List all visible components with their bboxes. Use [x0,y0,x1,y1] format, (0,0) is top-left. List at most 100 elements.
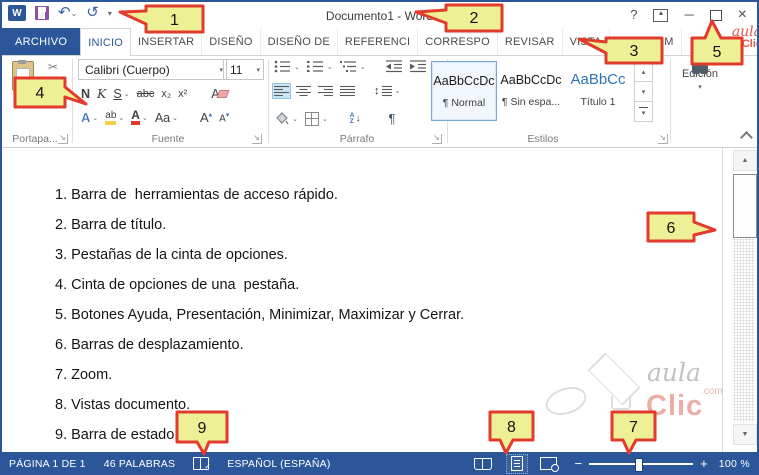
list-item[interactable]: 1. Barra de herramientas de acceso rápid… [55,180,464,210]
subscript-button[interactable]: x₂ [161,88,171,100]
style-normal[interactable]: AaBbCcDc ¶ Normal [431,61,497,121]
sort-button[interactable]: AZ ↓ [350,113,361,125]
tab-referencias[interactable]: REFERENCI [338,28,418,55]
show-hide-marks-button[interactable]: ¶ [388,111,395,126]
bold-button[interactable]: N [81,87,90,101]
close-button[interactable]: × [738,8,747,22]
list-item[interactable]: 8. Vistas documento. [55,390,464,420]
list-item[interactable]: 9. Barra de estado. [55,420,464,450]
numbering-dropdown-icon[interactable]: ⌄ [327,63,333,71]
font-name-select[interactable]: Calibri (Cuerpo) ▾ [78,59,227,80]
zoom-in-button[interactable]: + [700,456,708,471]
minimize-button[interactable]: ─ [684,8,693,22]
text-effects-dropdown-icon[interactable]: ⌄ [92,114,98,122]
font-dialog-launcher[interactable]: ↘ [252,134,262,144]
styles-dialog-launcher[interactable]: ↘ [658,134,668,144]
list-item[interactable]: 7. Zoom. [55,360,464,390]
language-indicator[interactable]: ESPAÑOL (ESPAÑA) [227,458,330,470]
change-case-dropdown-icon[interactable]: ⌄ [172,114,178,122]
zoom-slider[interactable] [589,463,693,465]
shading-button[interactable]: ⌄ [274,112,298,125]
list-item[interactable]: 4. Cinta de opciones de una pestaña. [55,270,464,300]
scrollbar-thumb[interactable] [733,174,757,238]
help-button[interactable]: ? [630,8,637,22]
shading-dropdown-icon[interactable]: ⌄ [292,115,298,123]
font-color-dropdown-icon[interactable]: ⌄ [142,114,148,122]
list-item[interactable]: 5. Botones Ayuda, Presentación, Minimiza… [55,300,464,330]
tab-diseno-de-pagina[interactable]: DISEÑO DE [261,28,338,55]
underline-dropdown-icon[interactable]: ⌄ [124,90,130,98]
maximize-button[interactable] [710,10,722,21]
highlight-dropdown-icon[interactable]: ⌄ [118,114,124,122]
clear-formatting-button[interactable]: A [211,87,219,101]
page-right-edge [722,148,723,452]
highlight-button[interactable]: ab⌄ [105,111,124,125]
web-layout-button[interactable] [540,457,557,470]
align-left-button[interactable] [272,83,291,99]
page-indicator[interactable]: PÁGINA 1 DE 1 [9,458,86,470]
style-sin-espaciado[interactable]: AaBbCcDc ¶ Sin espa... [499,61,563,119]
multilevel-list-button[interactable]: ⌄ [340,60,366,73]
word-count[interactable]: 46 PALABRAS [104,458,175,470]
clipboard-dialog-launcher[interactable]: ↘ [58,134,68,144]
font-size-dropdown-icon[interactable]: ▾ [256,66,260,74]
tab-inicio[interactable]: INICIO [80,28,131,56]
multilevel-dropdown-icon[interactable]: ⌄ [360,63,366,71]
list-item[interactable]: 6. Barras de desplazamiento. [55,330,464,360]
watermark-cap-sketch [587,352,640,405]
styles-more-button[interactable]: ▾ [634,102,653,122]
align-right-button[interactable] [318,85,333,97]
increase-indent-button[interactable] [410,60,427,73]
zoom-out-button[interactable]: − [575,456,583,471]
watermark-com-text: .com [701,386,723,397]
text-effects-button[interactable]: A⌄ [81,110,98,125]
zoom-slider-thumb[interactable] [635,458,643,472]
cut-icon[interactable]: ✂ [48,60,58,74]
numbering-button[interactable]: ⌄ [307,60,333,73]
line-spacing-button[interactable]: ↕ ⌄ [374,85,400,97]
highlight-label: ab [105,111,116,125]
font-color-button[interactable]: A⌄ [131,110,148,125]
change-case-button[interactable]: Aa⌄ [155,111,178,125]
bullets-dropdown-icon[interactable]: ⌄ [294,63,300,71]
justify-button[interactable] [340,85,355,97]
tab-archivo[interactable]: ARCHIVO [2,28,80,55]
scrollbar-track[interactable] [733,238,755,422]
borders-button[interactable]: ⌄ [305,112,328,126]
style-titulo-1[interactable]: AaBbCc Título 1 [566,61,630,119]
underline-button[interactable]: S⌄ [113,87,129,101]
status-bar-left: PÁGINA 1 DE 1 46 PALABRAS ESPAÑOL (ESPAÑ… [9,452,331,475]
editing-group[interactable]: Edición ▾ [676,63,724,91]
vertical-scrollbar[interactable]: ▲ ▼ [731,150,757,446]
document-page[interactable]: 1. Barra de herramientas de acceso rápid… [2,148,757,452]
scroll-down-button[interactable]: ▼ [733,424,757,445]
paragraph-row-3: ⌄ ⌄ AZ ↓ ¶ [274,111,395,126]
superscript-button[interactable]: x² [178,88,187,100]
styles-scroll-down-button[interactable]: ▾ [634,82,653,102]
line-spacing-dropdown-icon[interactable]: ⌄ [395,87,401,95]
editing-dropdown-icon[interactable]: ▾ [676,83,724,91]
tab-diseno[interactable]: DISEÑO [202,28,260,55]
callout-1-label: 1 [170,12,179,29]
decrease-indent-button[interactable] [386,60,403,73]
title-bar: W ↶⌄ ↺ ▾ Documento1 - Word ? ▲ ─ × [2,2,757,28]
shrink-font-button[interactable]: A▾ [219,111,229,124]
grow-font-button[interactable]: A▴ [200,110,212,125]
styles-more-bar [639,107,648,108]
align-center-button[interactable] [296,85,311,97]
ribbon-display-options-button[interactable]: ▲ [653,9,668,22]
italic-button[interactable]: K [97,86,106,101]
print-layout-button[interactable] [506,454,528,474]
callout-2: 2 [446,5,502,31]
bullets-button[interactable]: ⌄ [274,60,300,73]
list-item[interactable]: 3. Pestañas de la cinta de opciones. [55,240,464,270]
font-size-select[interactable]: 11 ▾ [223,59,264,80]
list-item[interactable]: 2. Barra de título. [55,210,464,240]
borders-dropdown-icon[interactable]: ⌄ [322,115,328,123]
strikethrough-button[interactable]: abc [137,88,155,100]
zoom-level[interactable]: 100 % [719,458,750,470]
read-mode-button[interactable] [474,458,492,470]
scroll-up-button[interactable]: ▲ [733,150,757,171]
tab-revisar[interactable]: REVISAR [498,28,563,55]
proofing-icon[interactable] [193,457,209,470]
